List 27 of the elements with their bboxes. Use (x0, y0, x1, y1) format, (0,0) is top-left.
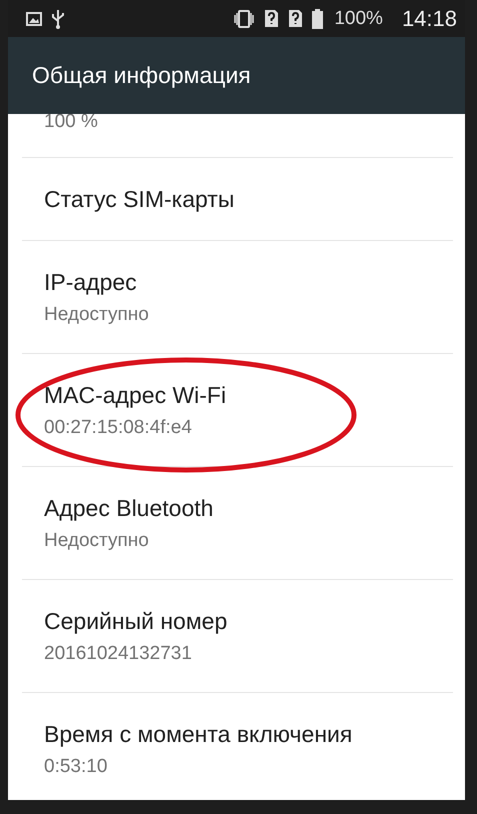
image-icon (26, 12, 42, 26)
item-title: IP-адрес (44, 268, 138, 296)
battery-icon (312, 8, 324, 28)
item-title: Время с момента включения (44, 720, 354, 748)
settings-item[interactable]: Время с момента включения 0:53:10 (22, 693, 453, 800)
item-summary: 00:27:15:08:4f:e4 (44, 416, 193, 438)
settings-item[interactable]: IP-адрес Недоступно (22, 241, 453, 354)
item-summary: 20161024132731 (44, 642, 193, 664)
settings-item[interactable]: Серийный номер 20161024132731 (22, 580, 453, 693)
settings-item[interactable]: Статус SIM-карты (22, 158, 453, 241)
item-title: Серийный номер (44, 608, 228, 634)
item-summary: 0:53:10 (44, 756, 108, 778)
item-title: MAC-адрес Wi-Fi (44, 382, 228, 408)
settings-item[interactable]: Адрес Bluetooth Недоступно (22, 467, 453, 580)
settings-item[interactable]: MAC-адрес Wi-Fi 00:27:15:08:4f:e4 (22, 354, 453, 467)
vibrate-icon (233, 10, 256, 28)
item-summary: 100 % (44, 114, 98, 131)
battery-percent: 100% (334, 8, 383, 30)
item-title: Адрес Bluetooth (44, 494, 214, 522)
item-title: Статус SIM-карты (44, 186, 236, 212)
sim-icon (264, 9, 280, 28)
usb-icon (51, 8, 65, 28)
screen-title: Общая информация (32, 62, 251, 89)
sim-icon (288, 9, 304, 28)
clock: 14:18 (402, 6, 457, 32)
item-summary: Недоступно (44, 304, 150, 326)
item-summary: Недоступно (44, 530, 150, 552)
